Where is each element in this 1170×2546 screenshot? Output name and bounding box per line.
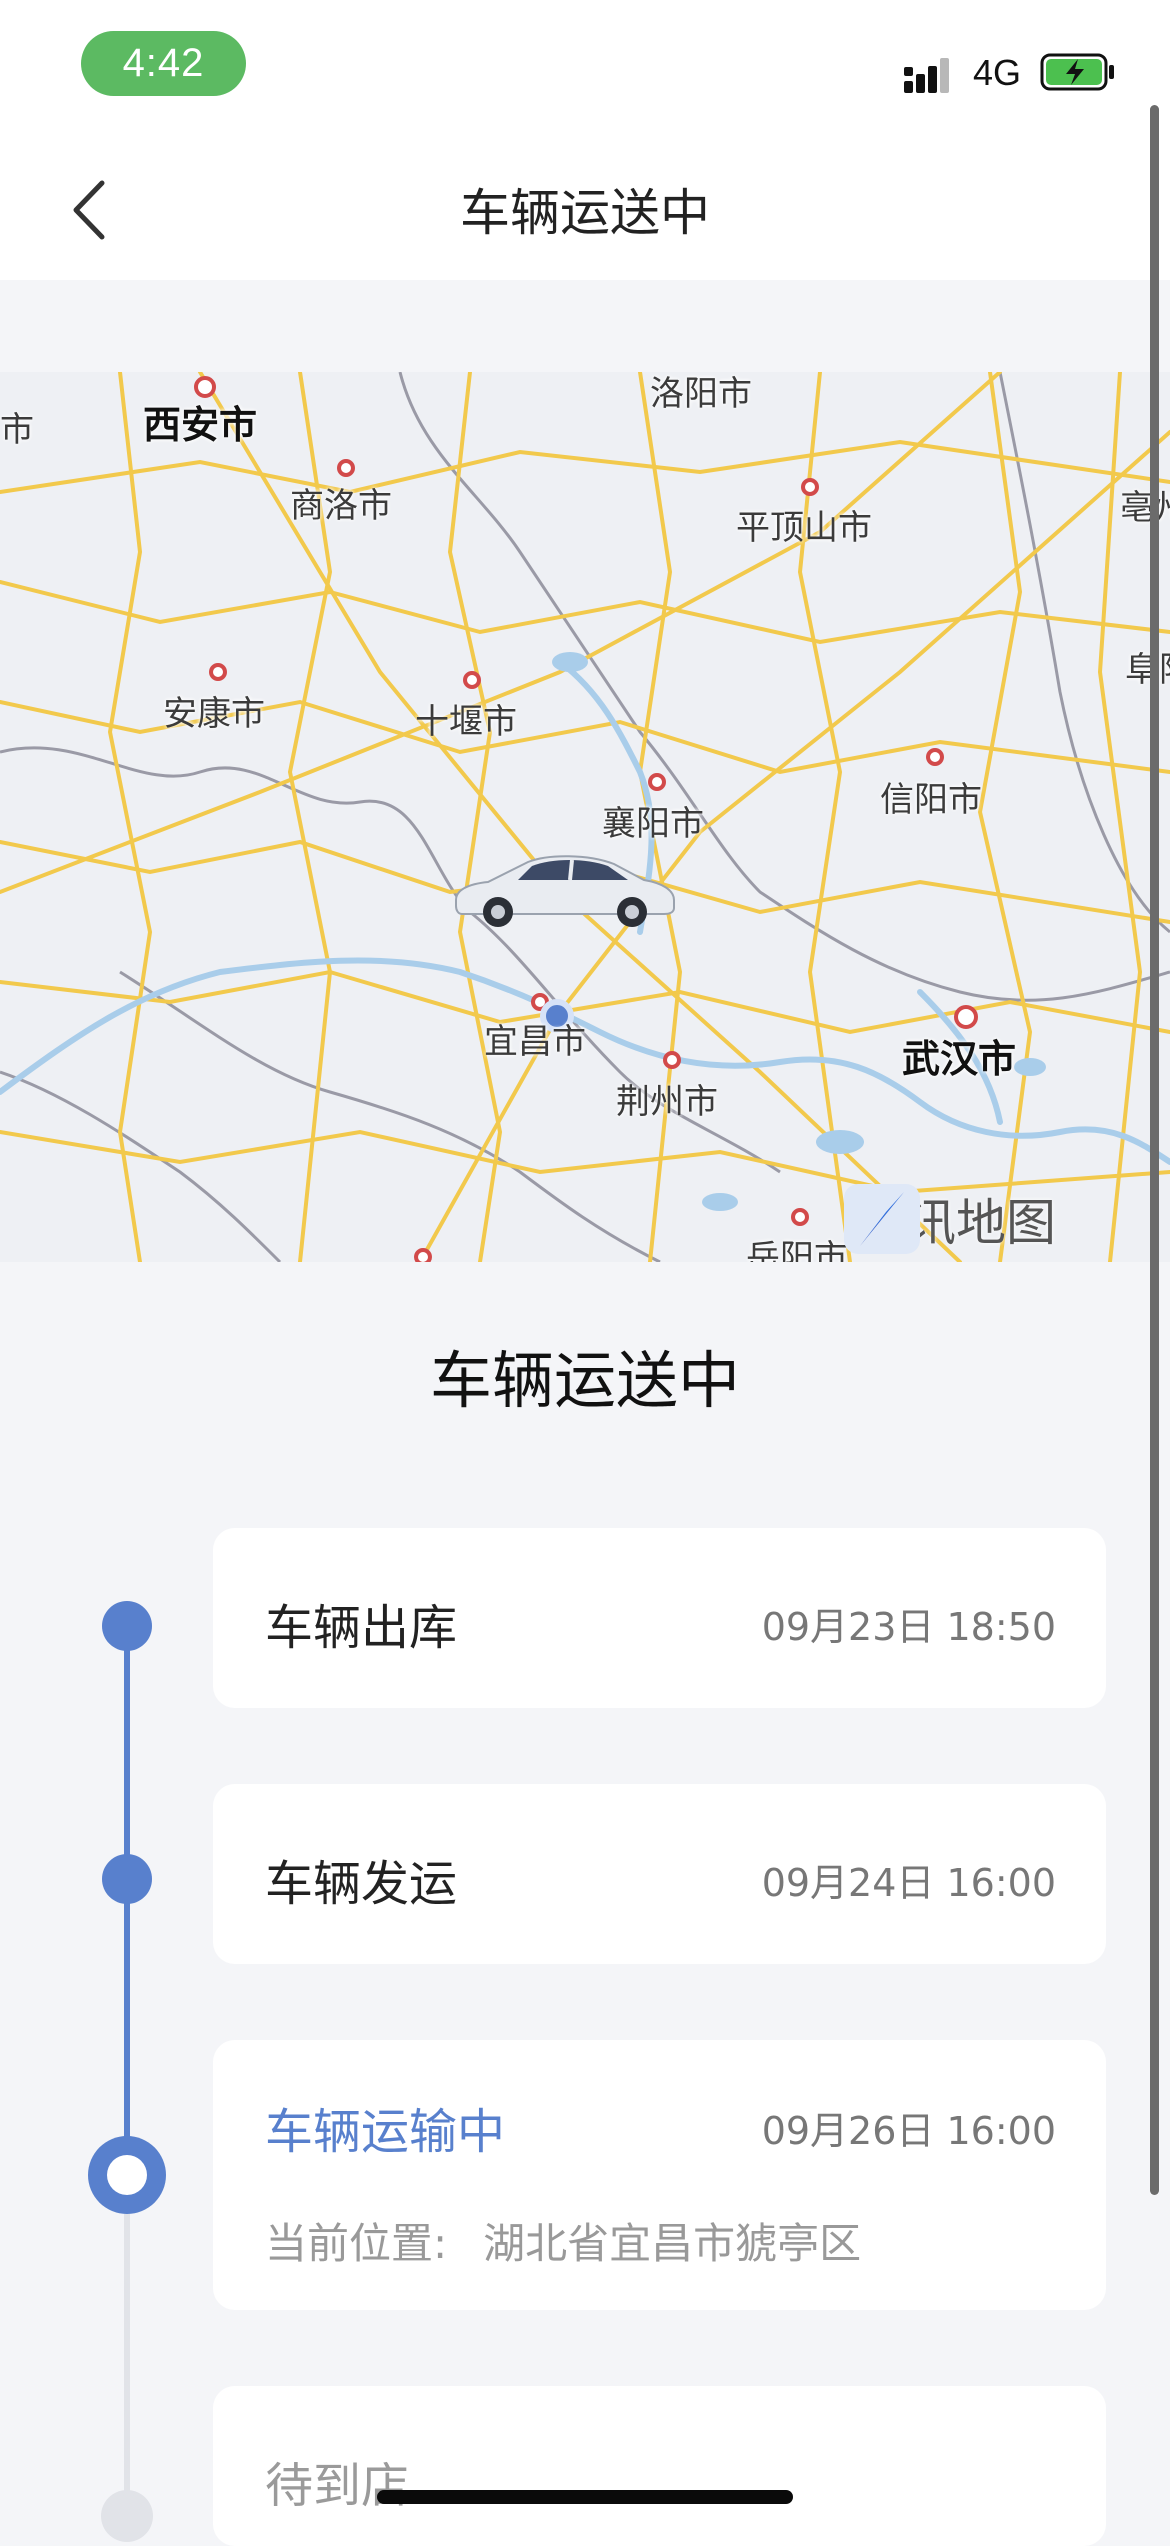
timeline-dot-pending: [101, 2490, 153, 2542]
map-city-label: 荆州市: [616, 1082, 718, 1122]
map-city-label: 十堰市: [415, 702, 517, 742]
timeline-card-awaiting-store: 待到店: [213, 2386, 1106, 2546]
map-city-label: 安康市: [163, 694, 265, 734]
map-city-label: 亳州: [1120, 488, 1170, 528]
network-type: 4G: [973, 52, 1022, 93]
map-city-label: 市: [0, 410, 34, 450]
timeline-step-time: 09月23日 18:50: [761, 1605, 1056, 1649]
shipping-status-heading: 车辆运送中: [429, 1344, 740, 1417]
map-city-label: 平顶山市: [736, 508, 872, 548]
status-time: 4:42: [81, 31, 246, 96]
page-title: 车辆运送中: [460, 184, 710, 242]
signal-icon: [904, 58, 949, 93]
timeline-card-outbound: 车辆出库 09月23日 18:50: [213, 1528, 1106, 1708]
map-city-label: 武汉市: [902, 1037, 1017, 1081]
home-indicator[interactable]: [377, 2490, 793, 2504]
tencent-map-logo-icon: [844, 1184, 920, 1254]
scrollbar[interactable]: [1150, 105, 1159, 2195]
map-attribution: 腾讯地图: [842, 1182, 1056, 1256]
timeline-card-dispatched: 车辆发运 09月24日 16:00: [213, 1784, 1106, 1964]
timeline-step-title: 车辆运输中: [265, 2104, 506, 2160]
current-location-label: 当前位置:: [265, 2219, 448, 2268]
map-view[interactable]: 洛阳市 西安市 商洛市 平顶山市 亳州 市 安康市 十堰市 阜阳 襄阳市 信阳市…: [0, 372, 1170, 1262]
vehicle-marker-icon: [455, 855, 675, 927]
timeline-step-time: 09月24日 16:00: [761, 1861, 1056, 1905]
timeline-step-title: 车辆发运: [265, 1856, 458, 1912]
timeline-dot-done: [102, 1601, 152, 1651]
map-city-label: 岳阳市: [746, 1238, 848, 1262]
map-city-label: 襄阳市: [602, 804, 704, 844]
map-city-label: 阜阳: [1125, 650, 1170, 690]
map-canvas: [0, 372, 1170, 1262]
map-city-label: 信阳市: [880, 780, 982, 820]
timeline-pending-line: [124, 2175, 130, 2532]
map-city-label: 西安市: [143, 403, 258, 447]
current-location-value: 湖北省宜昌市猇亭区: [483, 2219, 862, 2268]
map-city-label: 商洛市: [290, 486, 392, 526]
map-city-label: 宜昌市: [484, 1022, 586, 1062]
timeline-step-time: 09月26日 16:00: [761, 2109, 1056, 2153]
status-bar: 4:42 4G: [0, 0, 1170, 135]
timeline-step-title: 待到店: [265, 2458, 410, 2514]
timeline-dot-current: [88, 2136, 166, 2214]
timeline-dot-done: [102, 1854, 152, 1904]
battery-charging-icon: [1040, 53, 1114, 91]
timeline-step-title: 车辆出库: [265, 1600, 458, 1656]
map-city-label: 洛阳市: [650, 374, 752, 414]
current-location: 当前位置: 湖北省宜昌市猇亭区: [265, 2210, 861, 2271]
timeline-card-in-transit: 车辆运输中 09月26日 16:00 当前位置: 湖北省宜昌市猇亭区: [213, 2040, 1106, 2310]
navigation-bar: 车辆运送中: [0, 135, 1170, 280]
